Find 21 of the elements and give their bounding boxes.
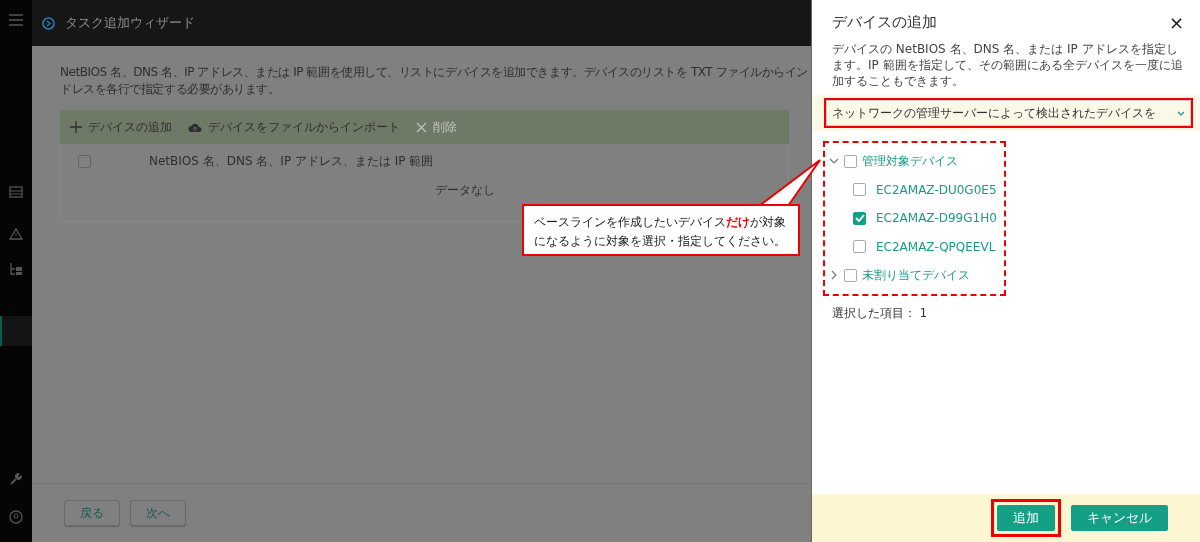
tree-item[interactable]: EC2AMAZ-DU0G0E5 bbox=[876, 182, 997, 197]
tree-item[interactable]: 管理対象デバイス bbox=[862, 152, 958, 170]
wizard-title: タスク追加ウィザード bbox=[65, 14, 195, 32]
add-device-button[interactable]: デバイスの追加 bbox=[70, 118, 172, 136]
close-button[interactable]: × bbox=[1168, 12, 1184, 33]
description-text: ドレスを各行で指定する必要があります。 bbox=[60, 81, 280, 98]
tree-item[interactable]: EC2AMAZ-QPQEEVL bbox=[876, 239, 996, 254]
description-text: NetBIOS 名、DNS 名、IP アドレス、または IP 範囲を使用して、リストにデバイスを追加できます。デバイスのリストを TXT ファイルからイン bbox=[60, 64, 808, 81]
add-button[interactable]: 追加 bbox=[997, 505, 1055, 531]
empty-text: データなし bbox=[434, 182, 495, 199]
tree-item[interactable]: EC2AMAZ-D99G1H0 bbox=[876, 211, 997, 226]
source-dropdown[interactable]: ネットワークの管理サーバーによって検出されたデバイスを bbox=[824, 98, 1193, 128]
next-button[interactable]: 次へ bbox=[130, 500, 186, 526]
selected-count: 選択した項目： 1 bbox=[832, 305, 928, 321]
panel-description: デバイスの NetBIOS 名、DNS 名、または IP アドレスを指定します。IP 範囲を指定して、その範囲にある全デバイスを一度に追加することもできます。 bbox=[832, 41, 1184, 89]
panel-title: デバイスの追加 bbox=[832, 13, 937, 32]
cancel-button[interactable]: キャンセル bbox=[1071, 505, 1168, 531]
column-header: NetBIOS 名、DNS 名、IP アドレス、または IP 範囲 bbox=[149, 152, 434, 170]
import-button[interactable]: デバイスをファイルからインポート bbox=[188, 118, 400, 136]
tree-item[interactable]: 未割り当てデバイス bbox=[862, 266, 970, 284]
back-button[interactable]: 戻る bbox=[64, 500, 120, 526]
